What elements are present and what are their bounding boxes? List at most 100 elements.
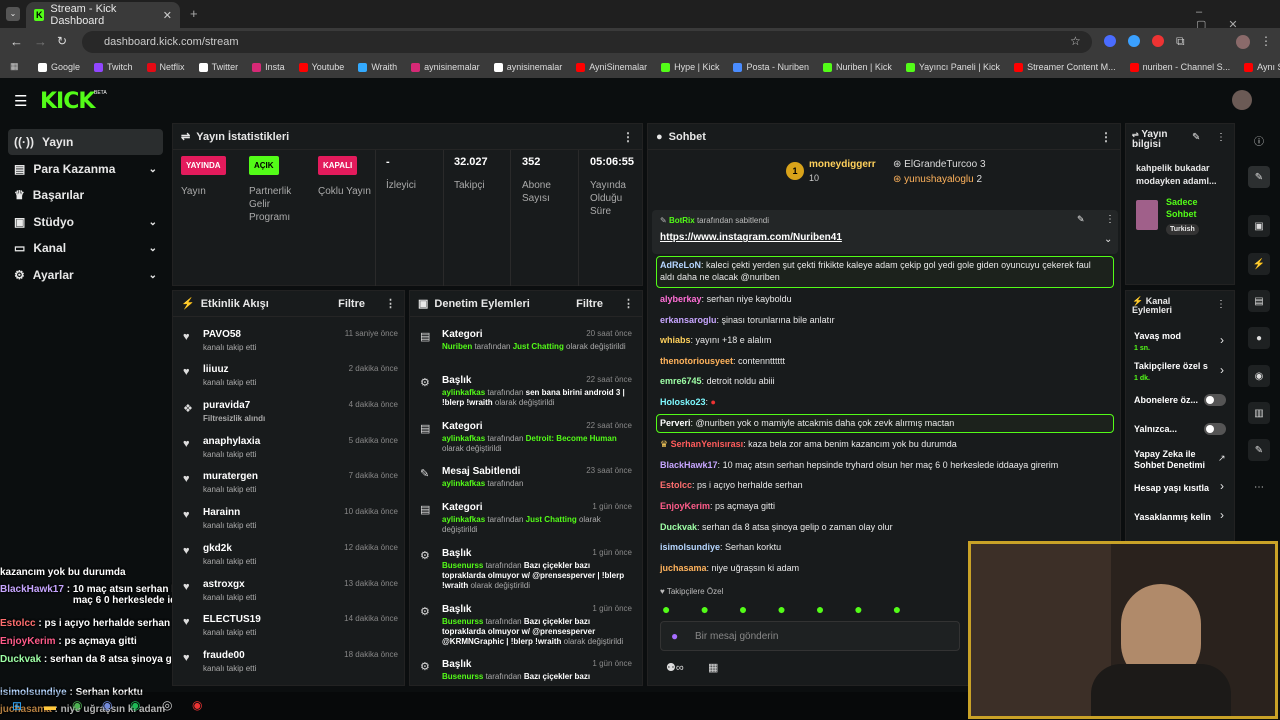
more-options-icon[interactable]: ⋮ [622, 130, 634, 144]
followers-only-row[interactable]: Takipçilere özel s1 dk. [1134, 361, 1222, 384]
edit-icon[interactable]: ✎ [1192, 132, 1200, 143]
profile-avatar[interactable] [1236, 35, 1250, 49]
pinned-link[interactable]: https://www.instagram.com/Nuriben41 [660, 232, 842, 243]
extension-icon[interactable] [1152, 35, 1164, 47]
category-name[interactable]: Sadece Sohbet [1166, 196, 1228, 220]
heart-icon: ♥ [183, 545, 190, 557]
browser-menu-icon[interactable]: ⋮ [1260, 34, 1272, 48]
spotify-icon[interactable]: ◉ [130, 698, 140, 712]
bookmark-star-icon[interactable]: ☆ [1070, 34, 1081, 48]
pinned-message[interactable]: ✎ BotRix tarafından sabitlendi https://w… [652, 210, 1118, 254]
sidebar-item-studyo[interactable]: ▣ Stüdyo ⌄ [8, 209, 163, 235]
more-options-icon[interactable]: ⋮ [623, 297, 634, 310]
mic-icon[interactable]: ● [671, 629, 678, 643]
emote-row[interactable]: ●●●●●●● [662, 601, 931, 617]
chevron-right-icon[interactable]: › [1220, 363, 1224, 377]
bookmark-item[interactable]: aynisinemalar [411, 62, 480, 72]
user-avatar[interactable] [1232, 90, 1252, 110]
bookmark-item[interactable]: Posta - Nuriben [733, 62, 809, 72]
panel-header: ▣ Denetim Eylemleri Filtre ⋮ [410, 291, 642, 317]
browser-tab[interactable]: K Stream - Kick Dashboard ✕ [26, 2, 180, 28]
obs-icon[interactable]: ◎ [162, 698, 172, 712]
bookmark-item[interactable]: nuriben - Channel S... [1129, 62, 1230, 72]
activity-row: ♥ anaphylaxia kanalı takip etti 5 dakika ön… [183, 436, 398, 459]
wrench-icon[interactable]: ✎ [1248, 439, 1270, 461]
more-options-icon[interactable]: ⋮ [1216, 132, 1226, 143]
hamburger-menu-icon[interactable]: ☰ [14, 92, 27, 110]
chevron-right-icon[interactable]: › [1220, 508, 1224, 522]
more-icon[interactable]: ⋯ [1248, 476, 1270, 498]
chat-icon[interactable]: ● [1248, 327, 1270, 349]
bookmark-item[interactable]: Twitter [198, 62, 238, 72]
subscribers-only-toggle[interactable] [1204, 394, 1226, 406]
bookmark-item[interactable]: Yayıncı Paneli | Kick [905, 62, 1000, 72]
close-tab-icon[interactable]: ✕ [163, 9, 172, 22]
sidebar-item-para-kazanma[interactable]: ▤ Para Kazanma ⌄ [8, 156, 163, 182]
bookmark-item[interactable]: Streamer Content M... [1014, 62, 1116, 72]
chevron-down-icon[interactable]: ⌄ [1104, 234, 1112, 245]
more-options-icon[interactable]: ⋮ [1216, 299, 1226, 310]
bookmark-item[interactable]: Wraith [358, 62, 397, 72]
new-tab-icon[interactable]: + [190, 6, 198, 21]
filter-button[interactable]: Filtre [338, 298, 365, 310]
bookmark-item[interactable]: AyniSinemalar [576, 62, 647, 72]
chat-input[interactable]: ● Bir mesaj gönderin [660, 621, 960, 651]
sidebar-item-basarilar[interactable]: ♛ Başarılar [8, 182, 163, 208]
tab-menu-icon[interactable]: ⌄ [6, 7, 20, 21]
taskbar: ⊞ ▬ ◉ ◉ ◉ ◎ ◉ [0, 692, 968, 720]
chrome-icon[interactable]: ◉ [72, 698, 82, 712]
unpin-icon[interactable]: ✎ [1077, 214, 1085, 225]
more-options-icon[interactable]: ⋮ [385, 297, 396, 310]
store-icon[interactable]: ▦ [708, 661, 718, 674]
account-age-row[interactable]: Hesap yaşı kısıtla [1134, 483, 1222, 494]
more-options-icon[interactable]: ⋮ [1100, 130, 1112, 144]
bookmark-item[interactable]: Google [38, 62, 80, 72]
ai-moderation-row[interactable]: Yapay Zeka ile Sohbet Denetimi [1134, 449, 1214, 471]
apps-grid-icon[interactable]: ▦ [10, 61, 19, 72]
heart-icon: ♥ [183, 616, 190, 628]
bookmark-item[interactable]: Youtube [298, 62, 344, 72]
stream-info-panel: ⇌ Yayın bilgisi ✎ ⋮ kahpelik bukadar mod… [1125, 123, 1235, 285]
reload-icon[interactable]: ↻ [57, 34, 67, 48]
chevron-right-icon[interactable]: › [1220, 333, 1224, 347]
more-options-icon[interactable]: ⋮ [1105, 214, 1115, 225]
external-link-icon[interactable]: ↗ [1218, 453, 1226, 464]
bookmark-item[interactable]: Netflix [146, 62, 185, 72]
folder-icon[interactable]: ▬ [44, 699, 56, 713]
extension-icon[interactable] [1128, 35, 1140, 47]
chevron-right-icon[interactable]: › [1220, 479, 1224, 493]
kick-logo[interactable]: KICK [40, 89, 95, 114]
bookmark-item[interactable]: Aynı Sinemalar - Ça... [1244, 62, 1280, 72]
bookmark-item[interactable]: Hype | Kick [661, 62, 719, 72]
bookmark-item[interactable]: Insta [252, 62, 285, 72]
bookmark-item[interactable]: aynisinemalar [493, 62, 562, 72]
extension-icon[interactable] [1104, 35, 1116, 47]
sidebar-item-kanal[interactable]: ▭ Kanal ⌄ [8, 235, 163, 261]
emote-picker-icon[interactable]: ⚉∞ [666, 661, 684, 674]
forward-icon[interactable]: → [34, 34, 47, 49]
document-icon[interactable]: ▤ [1248, 290, 1270, 312]
fullscreen-icon[interactable]: ▣ [1248, 215, 1270, 237]
windows-start-icon[interactable]: ⊞ [12, 699, 22, 713]
filter-button[interactable]: Filtre [576, 298, 603, 310]
broadcast-icon[interactable]: ◉ [1248, 365, 1270, 387]
back-icon[interactable]: ← [10, 34, 23, 49]
category-icon: ▤ [420, 423, 431, 435]
sidebar-item-ayarlar[interactable]: ⚙ Ayarlar ⌄ [8, 262, 163, 288]
slow-mode-row[interactable]: Yavaş mod 1 sn. [1134, 331, 1222, 354]
url-field[interactable]: dashboard.kick.com/stream [82, 31, 1092, 53]
divider [443, 150, 444, 286]
discord-icon[interactable]: ◉ [102, 698, 112, 712]
app-icon[interactable]: ◉ [192, 698, 202, 712]
sidebar-item-yayin[interactable]: ((·)) Yayın [8, 129, 163, 155]
bookmark-item[interactable]: Twitch [94, 62, 133, 72]
banned-words-row[interactable]: Yasaklanmış kelin [1134, 512, 1222, 523]
panel-header: ● Sohbet ⋮ [648, 124, 1120, 150]
edit-icon[interactable]: ✎ [1248, 166, 1270, 188]
extensions-puzzle-icon[interactable]: ⧉ [1176, 34, 1185, 49]
storage-icon[interactable]: ▥ [1248, 402, 1270, 424]
bookmark-item[interactable]: Nuriben | Kick [822, 62, 892, 72]
bolt-icon[interactable]: ⚡ [1248, 253, 1270, 275]
emotes-only-toggle[interactable] [1204, 423, 1226, 435]
info-icon[interactable]: ⓘ [1248, 129, 1270, 151]
